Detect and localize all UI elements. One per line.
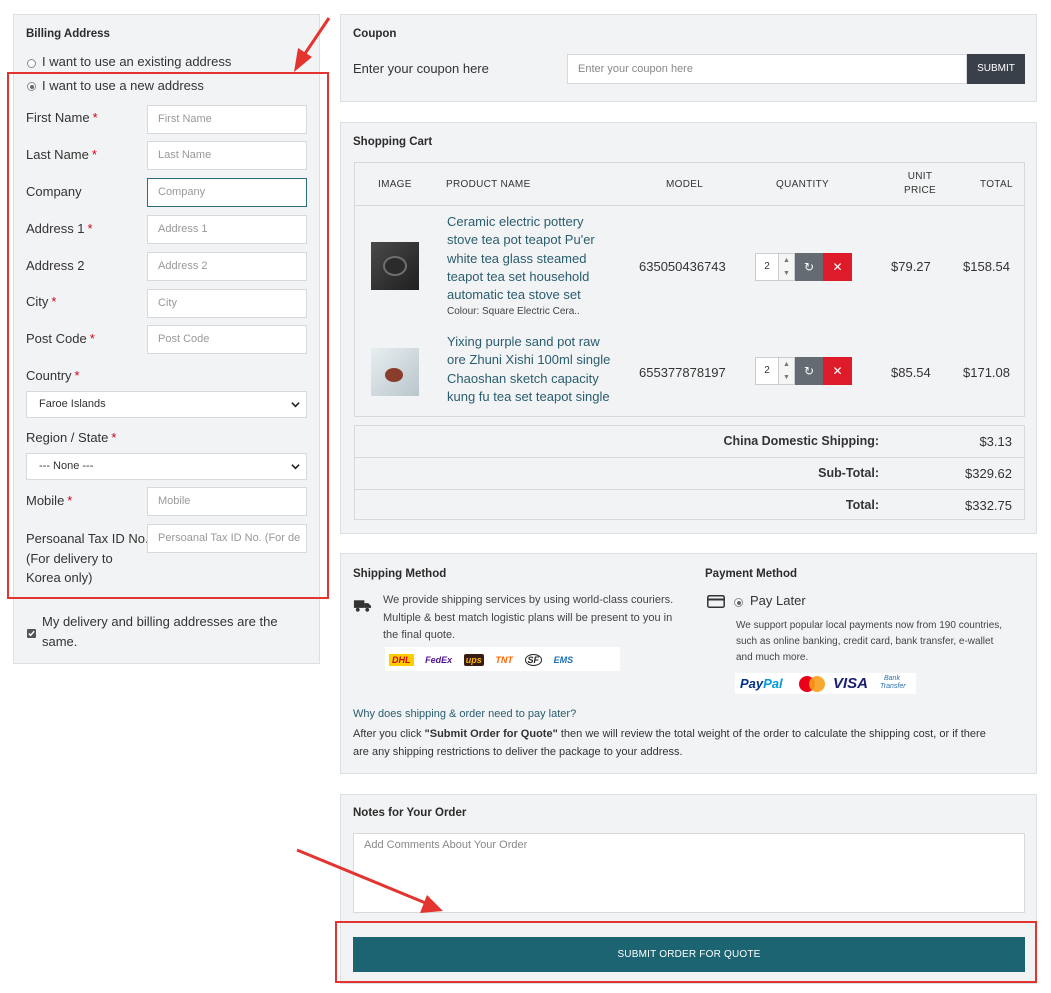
row-total: $171.08 bbox=[963, 365, 1010, 380]
cart-table-header: IMAGE PRODUCT NAME MODEL QUANTITY UNIT P… bbox=[355, 163, 1024, 206]
payment-title: Payment Method bbox=[705, 568, 798, 580]
unit-price: $79.27 bbox=[891, 259, 931, 274]
remove-button[interactable]: ✕ bbox=[823, 357, 852, 385]
quantity-input[interactable]: 2 bbox=[755, 253, 779, 281]
quantity-spinner[interactable]: ▲ ▼ bbox=[779, 253, 795, 281]
mastercard-logo bbox=[799, 676, 825, 692]
remove-button[interactable]: ✕ bbox=[823, 253, 852, 281]
product-image[interactable] bbox=[371, 348, 419, 396]
product-model: 655377878197 bbox=[639, 365, 726, 380]
fedex-logo: FedEx bbox=[425, 655, 453, 665]
coupon-submit-button[interactable]: SUBMIT bbox=[967, 54, 1025, 84]
cart-totals: China Domestic Shipping: $3.13 Sub-Total… bbox=[354, 425, 1025, 520]
ups-logo: ups bbox=[463, 654, 484, 666]
spin-up-icon[interactable]: ▲ bbox=[779, 358, 794, 371]
payment-description: We support popular local payments now fr… bbox=[736, 620, 1003, 663]
product-name-link[interactable]: Ceramic electric pottery stove tea pot t… bbox=[447, 213, 595, 304]
bank-transfer-logo: Bank Transfer bbox=[880, 675, 906, 690]
why-pay-later-answer: After you click "Submit Order for Quote"… bbox=[353, 728, 986, 758]
check-icon bbox=[28, 630, 35, 637]
refresh-icon: ↻ bbox=[803, 260, 815, 274]
quantity-spinner[interactable]: ▲ ▼ bbox=[779, 357, 795, 385]
header-image: IMAGE bbox=[378, 179, 412, 190]
quantity-input[interactable]: 2 bbox=[755, 357, 779, 385]
pay-later-label[interactable]: Pay Later bbox=[750, 593, 806, 608]
shipping-description: We provide shipping services by using wo… bbox=[383, 594, 674, 641]
radio-existing-address[interactable] bbox=[27, 59, 36, 68]
totals-row-shipping: China Domestic Shipping: $3.13 bbox=[355, 426, 1024, 457]
dhl-logo: DHL bbox=[389, 654, 414, 666]
product-option: Colour: Square Electric Cera.. bbox=[447, 306, 580, 317]
totals-label: Sub-Total: bbox=[818, 466, 879, 480]
why-pay-later-link[interactable]: Why does shipping & order need to pay la… bbox=[353, 708, 576, 720]
unit-price: $85.54 bbox=[891, 365, 931, 380]
totals-row-subtotal: Sub-Total: $329.62 bbox=[355, 457, 1024, 489]
spin-up-icon[interactable]: ▲ bbox=[779, 254, 794, 267]
carrier-logos: DHL FedEx ups TNT SF EMS bbox=[385, 647, 620, 671]
quantity-stepper[interactable]: 2 ▲ ▼ ↻ ✕ bbox=[755, 357, 852, 385]
radio-pay-later[interactable] bbox=[734, 598, 743, 607]
coupon-label: Enter your coupon here bbox=[353, 61, 489, 76]
totals-label: Total: bbox=[845, 498, 879, 512]
table-row: Ceramic electric pottery stove tea pot t… bbox=[355, 206, 1024, 326]
order-comments-textarea[interactable]: Add Comments About Your Order bbox=[353, 833, 1025, 913]
refresh-button[interactable]: ↻ bbox=[795, 253, 823, 281]
same-address-checkbox[interactable] bbox=[27, 629, 36, 638]
totals-value: $332.75 bbox=[965, 498, 1012, 513]
shipping-title: Shipping Method bbox=[353, 568, 447, 580]
sf-logo: SF bbox=[524, 654, 543, 666]
totals-label: China Domestic Shipping: bbox=[723, 434, 879, 448]
row-total: $158.54 bbox=[963, 259, 1010, 274]
header-quantity: QUANTITY bbox=[776, 179, 829, 190]
coupon-input[interactable]: Enter your coupon here bbox=[567, 54, 967, 84]
close-icon: ✕ bbox=[832, 260, 843, 274]
header-unit-price: UNIT PRICE bbox=[903, 171, 937, 196]
product-image[interactable] bbox=[371, 242, 419, 290]
truck-icon bbox=[353, 600, 372, 612]
billing-title: Billing Address bbox=[26, 28, 110, 40]
coupon-panel: Coupon Enter your coupon here Enter your… bbox=[340, 14, 1037, 102]
same-address-label[interactable]: My delivery and billing addresses are th… bbox=[42, 612, 278, 652]
label-existing-address[interactable]: I want to use an existing address bbox=[42, 54, 231, 69]
header-total: TOTAL bbox=[980, 179, 1013, 190]
table-row: Yixing purple sand pot raw ore Zhuni Xis… bbox=[355, 326, 1024, 416]
quantity-stepper[interactable]: 2 ▲ ▼ ↻ ✕ bbox=[755, 253, 852, 281]
ems-logo: EMS bbox=[553, 655, 574, 665]
totals-value: $3.13 bbox=[979, 434, 1012, 449]
cart-title: Shopping Cart bbox=[353, 136, 433, 148]
header-model: MODEL bbox=[666, 179, 704, 190]
refresh-icon: ↻ bbox=[803, 364, 815, 378]
annotation-highlight-submit bbox=[335, 921, 1037, 983]
spin-down-icon[interactable]: ▼ bbox=[779, 371, 794, 384]
header-product: PRODUCT NAME bbox=[446, 179, 531, 190]
annotation-highlight-billing bbox=[7, 72, 329, 599]
visa-logo: VISA bbox=[833, 675, 869, 692]
product-model: 635050436743 bbox=[639, 259, 726, 274]
shopping-cart-panel: Shopping Cart IMAGE PRODUCT NAME MODEL Q… bbox=[340, 122, 1037, 534]
product-name-link[interactable]: Yixing purple sand pot raw ore Zhuni Xis… bbox=[447, 333, 610, 406]
close-icon: ✕ bbox=[832, 364, 843, 378]
refresh-button[interactable]: ↻ bbox=[795, 357, 823, 385]
payment-logos: PayPal VISA Bank Transfer bbox=[735, 673, 916, 694]
cart-table: IMAGE PRODUCT NAME MODEL QUANTITY UNIT P… bbox=[354, 162, 1025, 417]
tnt-logo: TNT bbox=[495, 655, 513, 665]
totals-value: $329.62 bbox=[965, 466, 1012, 481]
notes-title: Notes for Your Order bbox=[353, 807, 467, 819]
spin-down-icon[interactable]: ▼ bbox=[779, 267, 794, 280]
coupon-title: Coupon bbox=[353, 28, 397, 40]
totals-row-total: Total: $332.75 bbox=[355, 489, 1024, 519]
paypal-logo: PayPal bbox=[740, 676, 783, 691]
shipping-payment-panel: Shipping Method We provide shipping serv… bbox=[340, 553, 1037, 774]
credit-card-icon bbox=[707, 595, 725, 608]
